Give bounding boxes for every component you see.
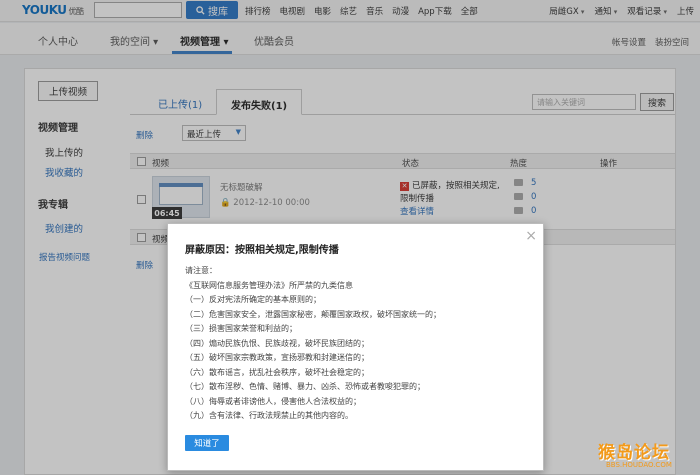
dialog-line: （五）破坏国家宗教政策，宣扬邪教和封建迷信的；	[185, 353, 369, 362]
dialog-line: （八）侮辱或者诽谤他人，侵害他人合法权益的；	[185, 396, 361, 406]
dialog-line: （一）反对宪法所确定的基本原则的；	[185, 295, 321, 304]
dialog-line: 《互联网信息服务管理办法》所严禁的九类信息	[185, 280, 353, 290]
close-icon[interactable]: ×	[525, 228, 537, 244]
dialog-line: （九）含有法律、行政法规禁止的其他内容的。	[185, 411, 353, 420]
dialog-line: （七）散布淫秽、色情、赌博、暴力、凶杀、恐怖或者教唆犯罪的；	[185, 382, 425, 391]
dialog-line: （三）损害国家荣誉和利益的；	[185, 324, 297, 333]
watermark-url: BBS.HOUDAO.COM	[606, 461, 672, 469]
block-reason-dialog: × 屏蔽原因：按照相关规定,限制传播 请注意： 《互联网信息服务管理办法》所严禁…	[167, 223, 544, 471]
dialog-title: 屏蔽原因：按照相关规定,限制传播	[185, 245, 339, 256]
dialog-body: 请注意： 《互联网信息服务管理办法》所严禁的九类信息 （一）反对宪法所确定的基本…	[185, 264, 530, 424]
dialog-line: 请注意：	[185, 266, 217, 275]
ok-button[interactable]: 知道了	[185, 435, 229, 451]
dialog-line: （四）煽动民族仇恨、民族歧视，破坏民族团结的；	[185, 338, 369, 348]
watermark-logo: 猴岛论坛	[598, 443, 670, 463]
dialog-line: （六）散布谣言，扰乱社会秩序，破坏社会稳定的；	[185, 367, 369, 377]
dialog-line: （二）危害国家安全，泄露国家秘密，颠覆国家政权，破坏国家统一的；	[185, 309, 441, 319]
